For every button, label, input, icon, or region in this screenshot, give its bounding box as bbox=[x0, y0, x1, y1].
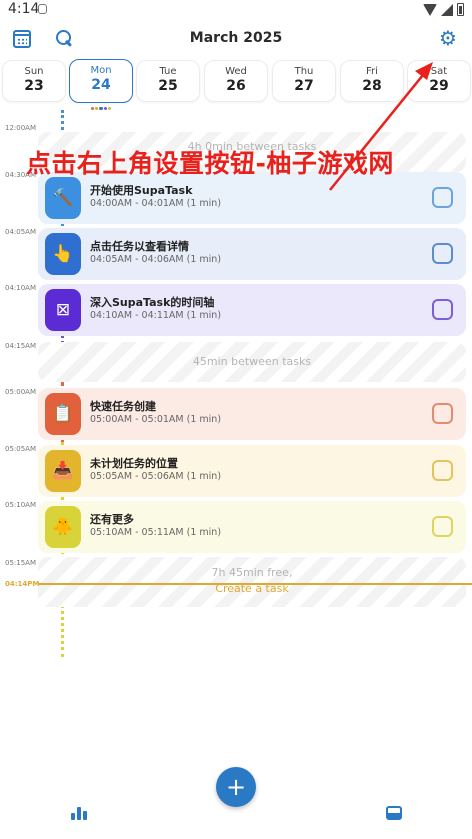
time-label: 04:10AM bbox=[5, 284, 37, 292]
task-complete-checkbox[interactable] bbox=[432, 460, 453, 481]
task-title: 还有更多 bbox=[90, 513, 134, 526]
day-wed[interactable]: Wed 26 bbox=[204, 60, 268, 102]
notepad-icon: 📋 bbox=[45, 393, 81, 435]
timeline: 4h 0min between tasks 45min between task… bbox=[0, 110, 472, 670]
task-dots bbox=[70, 95, 132, 110]
status-time: 4:14 bbox=[8, 1, 40, 17]
day-number: 25 bbox=[158, 78, 178, 94]
task-complete-checkbox[interactable] bbox=[432, 243, 453, 264]
cell-signal-icon bbox=[441, 3, 453, 16]
task-card[interactable]: 🐥 还有更多 05:10AM - 05:11AM (1 min) bbox=[38, 501, 466, 553]
day-fri[interactable]: Fri 28 bbox=[340, 60, 404, 102]
timeline-icon: ⊠ bbox=[45, 289, 81, 331]
day-number: 29 bbox=[429, 78, 449, 94]
time-label: 04:05AM bbox=[5, 228, 37, 236]
task-card[interactable]: ⊠ 深入SupaTask的时间轴 04:10AM - 04:11AM (1 min) bbox=[38, 284, 466, 336]
status-indicators bbox=[423, 3, 464, 16]
task-time: 04:00AM - 04:01AM (1 min) bbox=[90, 198, 222, 209]
day-thu[interactable]: Thu 27 bbox=[272, 60, 336, 102]
task-title: 开始使用SupaTask bbox=[90, 184, 193, 197]
day-number: 27 bbox=[294, 78, 314, 94]
battery-icon bbox=[457, 3, 464, 16]
time-label: 04:15AM bbox=[5, 342, 37, 350]
app-header: March 2025 ⚙ bbox=[0, 24, 472, 54]
task-complete-checkbox[interactable] bbox=[432, 516, 453, 537]
task-title: 未计划任务的位置 bbox=[90, 457, 178, 470]
chick-icon: 🐥 bbox=[45, 506, 81, 548]
task-time: 04:05AM - 04:06AM (1 min) bbox=[90, 254, 222, 265]
gap-text: 45min between tasks bbox=[192, 355, 312, 368]
day-name: Tue bbox=[159, 66, 177, 77]
current-time-line bbox=[38, 583, 472, 585]
day-name: Wed bbox=[225, 66, 247, 77]
task-complete-checkbox[interactable] bbox=[432, 403, 453, 424]
gap-block: 7h 45min free, Create a task bbox=[38, 557, 466, 607]
task-title: 深入SupaTask的时间轴 bbox=[90, 296, 215, 309]
status-bar: 4:14 bbox=[0, 0, 472, 20]
watermark-text: 点击右上角设置按钮-柚子游戏网 bbox=[26, 149, 394, 178]
task-time: 05:05AM - 05:06AM (1 min) bbox=[90, 471, 222, 482]
time-label: 12:00AM bbox=[5, 124, 37, 132]
day-number: 26 bbox=[226, 78, 246, 94]
add-task-button[interactable]: + bbox=[216, 767, 256, 807]
time-label: 05:05AM bbox=[5, 445, 37, 453]
day-name: Sun bbox=[24, 66, 44, 77]
time-label: 05:00AM bbox=[5, 388, 37, 396]
current-time-label: 04:14PM bbox=[5, 580, 40, 588]
inbox-tray-icon: 📥 bbox=[45, 450, 81, 492]
day-tue[interactable]: Tue 25 bbox=[136, 60, 200, 102]
gap-block: 45min between tasks bbox=[38, 342, 466, 382]
day-name: Thu bbox=[294, 66, 314, 77]
month-title[interactable]: March 2025 bbox=[0, 30, 472, 46]
task-card[interactable]: 👆 点击任务以查看详情 04:05AM - 04:06AM (1 min) bbox=[38, 228, 466, 280]
task-complete-checkbox[interactable] bbox=[432, 187, 453, 208]
task-title: 点击任务以查看详情 bbox=[90, 240, 189, 253]
day-number: 24 bbox=[91, 77, 111, 93]
task-card[interactable]: 📋 快速任务创建 05:00AM - 05:01AM (1 min) bbox=[38, 388, 466, 440]
app-notification-icon bbox=[38, 4, 47, 14]
task-complete-checkbox[interactable] bbox=[432, 299, 453, 320]
day-sat[interactable]: Sat 29 bbox=[407, 60, 471, 102]
hammer-icon: 🔨 bbox=[45, 177, 81, 219]
day-number: 28 bbox=[362, 78, 382, 94]
task-time: 05:10AM - 05:11AM (1 min) bbox=[90, 527, 222, 538]
day-number: 23 bbox=[24, 78, 44, 94]
day-name: Fri bbox=[366, 66, 378, 77]
day-name: Mon bbox=[90, 65, 112, 76]
day-mon[interactable]: Mon 24 bbox=[69, 59, 133, 110]
day-name: Sat bbox=[430, 66, 448, 77]
inbox-icon[interactable] bbox=[386, 806, 402, 820]
task-card[interactable]: 📥 未计划任务的位置 05:05AM - 05:06AM (1 min) bbox=[38, 445, 466, 497]
task-time: 05:00AM - 05:01AM (1 min) bbox=[90, 414, 222, 425]
pointing-hand-icon: 👆 bbox=[45, 233, 81, 275]
time-label: 05:15AM bbox=[5, 559, 37, 567]
time-label: 05:10AM bbox=[5, 501, 37, 509]
day-sun[interactable]: Sun 23 bbox=[2, 60, 66, 102]
stats-icon[interactable] bbox=[71, 806, 87, 820]
wifi-icon bbox=[423, 3, 437, 16]
task-title: 快速任务创建 bbox=[90, 400, 156, 413]
gap-text: 7h 45min free, bbox=[211, 566, 293, 579]
gear-icon[interactable]: ⚙ bbox=[438, 28, 458, 48]
week-strip: Sun 23 Mon 24 Tue 25 Wed 26 Thu 27 Fri 28 Sat 29 bbox=[2, 59, 472, 110]
task-time: 04:10AM - 04:11AM (1 min) bbox=[90, 310, 222, 321]
